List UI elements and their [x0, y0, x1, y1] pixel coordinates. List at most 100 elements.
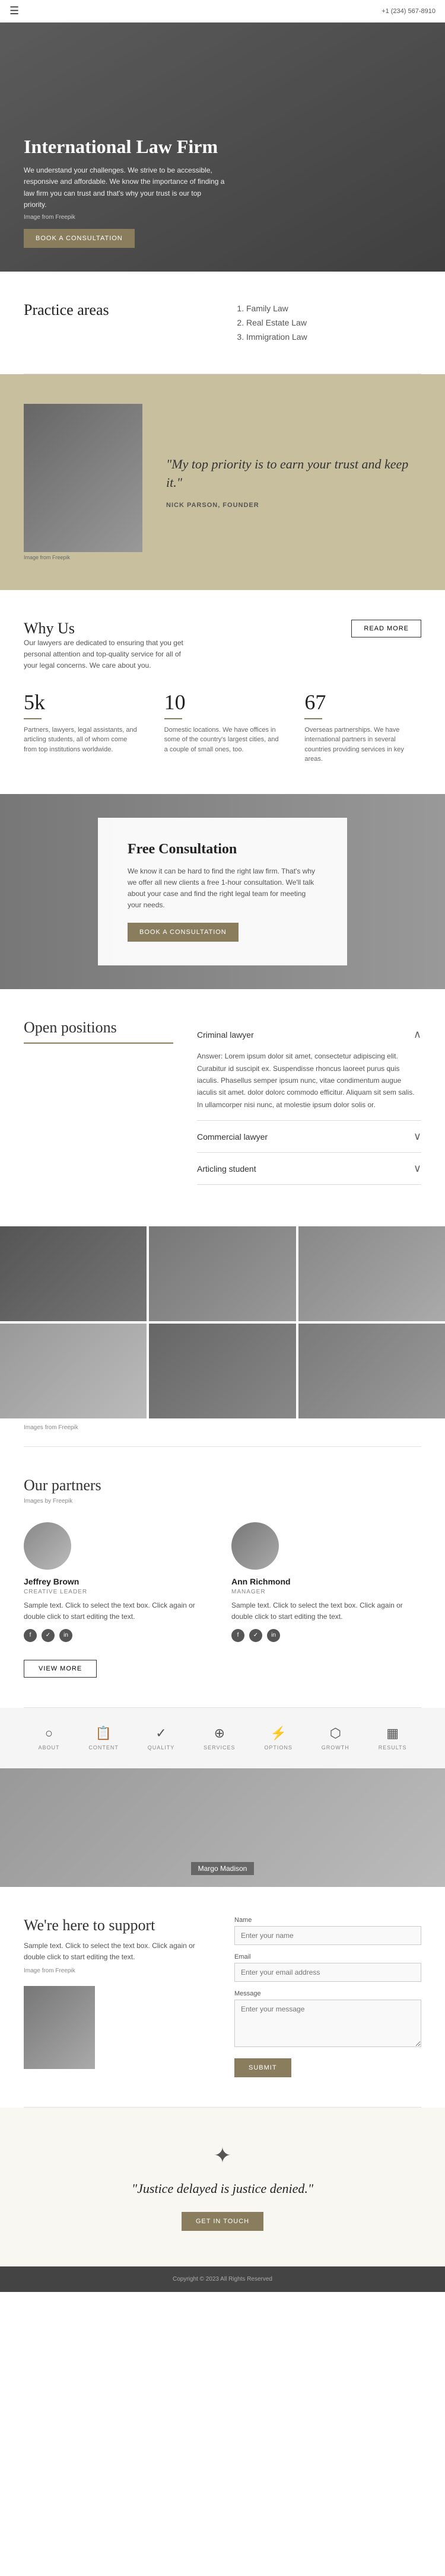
map-section: Margo Madison	[0, 1768, 445, 1887]
partner-name-ann: Ann Richmond	[231, 1577, 421, 1586]
book-consultation-button[interactable]: BOOK A CONSULTATION	[24, 229, 135, 248]
hero-title: International Law Firm	[24, 135, 225, 158]
get-in-touch-button[interactable]: GET IN TOUCH	[182, 2212, 263, 2231]
stat-item-1: 5k Partners, lawyers, legal assistants, …	[24, 690, 141, 764]
quote-author-name: NICK PARSON, FOUNDER	[166, 502, 421, 509]
about-icon: ○	[45, 1726, 53, 1741]
positions-title: Open positions	[24, 1019, 173, 1044]
stat-desc-2: Domestic locations. We have offices in s…	[164, 725, 281, 755]
quote-section: Image from Freepik "My top priority is t…	[0, 374, 445, 590]
results-label: RESULTS	[379, 1745, 407, 1751]
partners-grid: Jeffrey Brown CREATIVE LEADER Sample tex…	[24, 1522, 421, 1641]
stat-number-1: 5k	[24, 690, 141, 715]
name-label: Name	[234, 1917, 421, 1924]
photo-1	[0, 1226, 147, 1321]
photo-6	[298, 1324, 445, 1418]
positions-right: Criminal lawyer ∧ Answer: Lorem ipsum do…	[197, 1019, 421, 1185]
stat-desc-3: Overseas partnerships. We have internati…	[304, 725, 421, 764]
partner-desc-ann: Sample text. Click to select the text bo…	[231, 1600, 421, 1622]
growth-icon: ⬡	[330, 1726, 341, 1741]
linkedin-icon[interactable]: in	[59, 1629, 72, 1642]
facebook-icon[interactable]: f	[24, 1629, 37, 1642]
message-field-group: Message	[234, 1990, 421, 2050]
practice-areas-title: Practice areas	[24, 301, 211, 319]
partners-title: Our partners	[24, 1477, 421, 1494]
header-phone: +1 (234) 567-8910	[382, 8, 436, 15]
quality-label: QUALITY	[148, 1745, 175, 1751]
support-description: Sample text. Click to select the text bo…	[24, 1940, 211, 1963]
growth-label: GROWTH	[322, 1745, 349, 1751]
support-avatar	[24, 1986, 95, 2069]
practice-item-3: Immigration Law	[246, 330, 421, 344]
partner-role-jeffrey: CREATIVE LEADER	[24, 1589, 214, 1595]
partners-section: Our partners Images by Freepik Jeffrey B…	[0, 1447, 445, 1707]
practice-list: Family Law Real Estate Law Immigration L…	[234, 301, 421, 344]
name-input[interactable]	[234, 1926, 421, 1945]
twitter-icon[interactable]: ✓	[42, 1629, 55, 1642]
email-field-group: Email	[234, 1953, 421, 1982]
icon-bar-services[interactable]: ⊕ SERVICES	[204, 1726, 235, 1751]
twitter-icon-2[interactable]: ✓	[249, 1629, 262, 1642]
final-quote-text: "Justice delayed is justice denied."	[24, 2180, 421, 2198]
accordion-commercial-lawyer: Commercial lawyer ∨	[197, 1121, 421, 1153]
positions-left: Open positions	[24, 1019, 173, 1185]
services-label: SERVICES	[204, 1745, 235, 1751]
quote-image	[24, 404, 142, 552]
linkedin-icon-2[interactable]: in	[267, 1629, 280, 1642]
stat-number-3: 67	[304, 690, 421, 715]
icon-bar-about[interactable]: ○ ABOUT	[38, 1726, 59, 1751]
consultation-section: Free Consultation We know it can be hard…	[0, 794, 445, 990]
photo-caption: Images from Freepik	[0, 1421, 445, 1434]
header: ☰ +1 (234) 567-8910	[0, 0, 445, 23]
support-left: We're here to support Sample text. Click…	[24, 1917, 211, 2069]
icon-bar-results[interactable]: ▦ RESULTS	[379, 1726, 407, 1751]
hero-image-credit: Image from Freepik	[24, 214, 225, 221]
quality-icon: ✓	[155, 1726, 166, 1741]
chevron-down-icon-2: ∨	[414, 1162, 421, 1175]
practice-areas-right: Family Law Real Estate Law Immigration L…	[234, 301, 421, 344]
email-label: Email	[234, 1953, 421, 1960]
partner-desc-jeffrey: Sample text. Click to select the text bo…	[24, 1600, 214, 1622]
partner-card-ann: Ann Richmond MANAGER Sample text. Click …	[231, 1522, 421, 1641]
icon-bar-content[interactable]: 📋 CONTENT	[88, 1726, 119, 1751]
accordion-criminal-lawyer-header[interactable]: Criminal lawyer ∧	[197, 1019, 421, 1050]
practice-item-2: Real Estate Law	[246, 315, 421, 330]
support-form: Name Email Message SUBMIT	[234, 1917, 421, 2077]
support-image-credit: Image from Freepik	[24, 1968, 211, 1974]
icon-bar-options[interactable]: ⚡ OPTIONS	[264, 1726, 293, 1751]
content-icon: 📋	[96, 1726, 112, 1741]
hero-content: International Law Firm We understand you…	[24, 135, 225, 248]
read-more-button[interactable]: READ MORE	[351, 620, 421, 637]
about-label: ABOUT	[38, 1745, 59, 1751]
map-label: Margo Madison	[191, 1862, 255, 1875]
accordion-criminal-lawyer-body: Answer: Lorem ipsum dolor sit amet, cons…	[197, 1050, 421, 1120]
hamburger-menu[interactable]: ☰	[9, 5, 19, 17]
options-icon: ⚡	[270, 1726, 286, 1741]
submit-button[interactable]: SUBMIT	[234, 2058, 291, 2077]
consultation-title: Free Consultation	[128, 841, 317, 857]
quote-content: "My top priority is to earn your trust a…	[166, 455, 421, 509]
facebook-icon-2[interactable]: f	[231, 1629, 244, 1642]
signature: ✦	[24, 2143, 421, 2168]
photo-5	[149, 1324, 295, 1418]
accordion-articling-student-header[interactable]: Articling student ∨	[197, 1153, 421, 1184]
footer: Copyright © 2023 All Rights Reserved	[0, 2266, 445, 2292]
stat-item-3: 67 Overseas partnerships. We have intern…	[304, 690, 421, 764]
view-more-button[interactable]: VIEW MORE	[24, 1660, 97, 1678]
consultation-book-button[interactable]: BOOK A CONSULTATION	[128, 923, 239, 942]
message-textarea[interactable]	[234, 2000, 421, 2047]
partner-name-jeffrey: Jeffrey Brown	[24, 1577, 214, 1586]
partner-role-ann: MANAGER	[231, 1589, 421, 1595]
name-field-group: Name	[234, 1917, 421, 1945]
accordion-commercial-lawyer-header[interactable]: Commercial lawyer ∨	[197, 1121, 421, 1152]
icon-bar-quality[interactable]: ✓ QUALITY	[148, 1726, 175, 1751]
partner-card-jeffrey: Jeffrey Brown CREATIVE LEADER Sample tex…	[24, 1522, 214, 1641]
accordion-commercial-lawyer-title: Commercial lawyer	[197, 1132, 268, 1142]
practice-areas-left: Practice areas	[24, 301, 211, 319]
why-us-section: Why Us Our lawyers are dedicated to ensu…	[0, 590, 445, 794]
photo-4	[0, 1324, 147, 1418]
icon-bar-growth[interactable]: ⬡ GROWTH	[322, 1726, 349, 1751]
support-title: We're here to support	[24, 1917, 211, 1934]
chevron-down-icon: ∨	[414, 1130, 421, 1143]
email-input[interactable]	[234, 1963, 421, 1982]
